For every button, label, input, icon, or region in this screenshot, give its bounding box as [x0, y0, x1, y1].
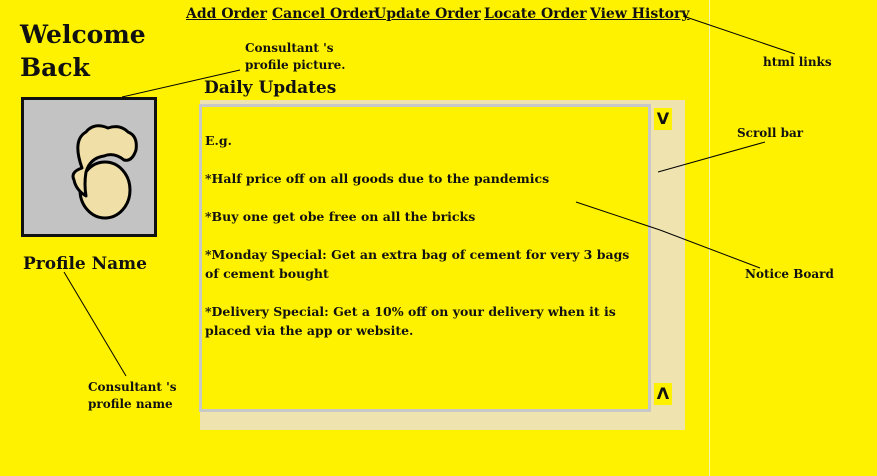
profile-name-annotation: Consultant 's profile name — [88, 379, 177, 413]
notice-board-annotation: Notice Board — [745, 267, 834, 281]
profile-picture-leader-line — [121, 69, 241, 98]
notice-board-leader-line — [575, 201, 661, 231]
annotation-text: profile picture. — [245, 58, 346, 72]
annotation-text: profile name — [88, 397, 173, 411]
profile-name-leader-line — [63, 271, 127, 377]
html-links-leader-line — [682, 15, 796, 55]
scroll-bar-leader-line — [657, 141, 766, 173]
html-links-annotation: html links — [763, 55, 832, 69]
annotation-text: Consultant 's — [245, 41, 334, 55]
annotation-text: Consultant 's — [88, 380, 177, 394]
notice-board-leader-line-2 — [659, 229, 761, 269]
scroll-bar-annotation: Scroll bar — [737, 126, 804, 140]
profile-picture-annotation: Consultant 's profile picture. — [245, 40, 345, 74]
